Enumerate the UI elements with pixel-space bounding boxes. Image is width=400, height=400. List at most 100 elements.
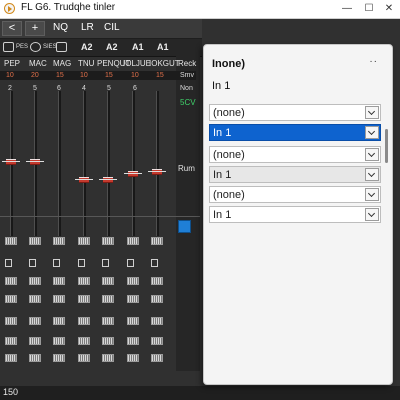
insert-slot[interactable] [5, 237, 17, 245]
sies-label: SIES [43, 44, 57, 50]
insert-slot[interactable] [5, 317, 17, 325]
add-button[interactable]: + [25, 21, 45, 36]
insert-slot[interactable] [5, 337, 17, 345]
insert-slot[interactable] [78, 295, 90, 303]
maximize-button[interactable]: ☐ [358, 0, 380, 18]
insert-slot[interactable] [53, 237, 65, 245]
pes-label: PES [16, 44, 29, 50]
insert-slot[interactable] [151, 317, 163, 325]
folder-icon[interactable] [3, 42, 14, 52]
status-text: 150 [3, 387, 19, 397]
chevron-down-icon[interactable] [365, 208, 379, 221]
insert-slot[interactable] [78, 237, 90, 245]
chevron-down-icon[interactable] [365, 148, 379, 161]
route-icon[interactable] [102, 259, 109, 267]
insert-slot[interactable] [29, 237, 41, 245]
insert-slot[interactable] [29, 337, 41, 345]
insert-slot[interactable] [29, 354, 41, 362]
input-dropdown[interactable]: (none) [209, 146, 381, 163]
channel-header: PEP [4, 59, 21, 68]
insert-slot[interactable] [102, 277, 114, 285]
plus-circle-icon[interactable] [30, 42, 41, 52]
insert-slot[interactable] [53, 317, 65, 325]
route-icon[interactable] [53, 259, 60, 267]
insert-slot[interactable] [127, 295, 139, 303]
fader-handle[interactable] [124, 171, 142, 177]
insert-slot[interactable] [127, 354, 139, 362]
insert-slot[interactable] [102, 354, 114, 362]
a-label[interactable]: A2 [81, 42, 93, 52]
more-options-icon[interactable]: ·· [369, 56, 378, 67]
insert-slot[interactable] [53, 277, 65, 285]
fader-handle[interactable] [148, 169, 166, 175]
route-icon[interactable] [5, 259, 12, 267]
insert-slot[interactable] [5, 277, 17, 285]
fader-handle[interactable] [75, 177, 93, 183]
insert-slot[interactable] [127, 277, 139, 285]
insert-slot[interactable] [5, 295, 17, 303]
channel-value: 20 [31, 72, 39, 79]
insert-slot[interactable] [127, 337, 139, 345]
input-dropdown[interactable]: (none) [209, 186, 381, 203]
route-icon[interactable] [78, 259, 85, 267]
insert-slot[interactable] [151, 337, 163, 345]
insert-slot[interactable] [29, 295, 41, 303]
chevron-down-icon[interactable] [365, 168, 379, 181]
dropdown-value: In 1 [213, 169, 232, 181]
insert-slot[interactable] [5, 354, 17, 362]
channel-value: 10 [6, 72, 14, 79]
nq-button[interactable]: NQ [53, 22, 68, 33]
cil-button[interactable]: CIL [104, 22, 120, 33]
insert-slot[interactable] [78, 317, 90, 325]
title-bar: FL G6. Trudqhe tinler — ☐ ✕ [0, 0, 400, 19]
fader-handle[interactable] [26, 159, 44, 165]
fader-handle[interactable] [99, 177, 117, 183]
chevron-down-icon[interactable] [365, 188, 379, 201]
insert-slot[interactable] [53, 337, 65, 345]
route-icon[interactable] [151, 259, 158, 267]
insert-slot[interactable] [78, 337, 90, 345]
panel-subtitle: In 1 [212, 80, 231, 92]
channel-number: Non [180, 85, 193, 92]
insert-slot[interactable] [102, 337, 114, 345]
input-dropdown[interactable]: (none) [209, 104, 381, 121]
chevron-down-icon[interactable] [365, 106, 379, 119]
route-icon[interactable] [127, 259, 134, 267]
chevron-down-icon[interactable] [365, 126, 379, 139]
route-icon[interactable] [29, 259, 36, 267]
insert-slot[interactable] [53, 295, 65, 303]
a-label[interactable]: A1 [157, 42, 169, 52]
input-dropdown[interactable]: In 1 [209, 206, 381, 223]
a-label[interactable]: A2 [106, 42, 118, 52]
panel-scrollbar[interactable] [385, 129, 388, 163]
dropdown-value: (none) [213, 149, 245, 161]
side-label: 5CV [180, 98, 196, 107]
insert-slot[interactable] [78, 277, 90, 285]
insert-slot[interactable] [151, 354, 163, 362]
insert-slot[interactable] [78, 354, 90, 362]
input-dropdown[interactable]: In 1 [209, 166, 381, 183]
dropdown-value: In 1 [213, 209, 232, 221]
monitor-icon[interactable] [56, 42, 67, 52]
insert-slot[interactable] [102, 237, 114, 245]
minimize-button[interactable]: — [336, 0, 358, 18]
insert-slot[interactable] [102, 295, 114, 303]
a-label[interactable]: A1 [132, 42, 144, 52]
input-dropdown[interactable]: In 1 [209, 124, 381, 141]
record-button[interactable] [178, 220, 191, 233]
insert-slot[interactable] [29, 277, 41, 285]
insert-slot[interactable] [53, 354, 65, 362]
insert-slot[interactable] [151, 237, 163, 245]
insert-slot[interactable] [102, 317, 114, 325]
fader-handle[interactable] [2, 159, 20, 165]
channel-value: Smv [180, 72, 194, 79]
section-divider [0, 216, 200, 217]
insert-slot[interactable] [127, 237, 139, 245]
lr-button[interactable]: LR [81, 22, 94, 33]
insert-slot[interactable] [151, 295, 163, 303]
close-button[interactable]: ✕ [378, 0, 400, 18]
back-button[interactable]: < [2, 21, 22, 36]
insert-slot[interactable] [127, 317, 139, 325]
insert-slot[interactable] [151, 277, 163, 285]
insert-slot[interactable] [29, 317, 41, 325]
